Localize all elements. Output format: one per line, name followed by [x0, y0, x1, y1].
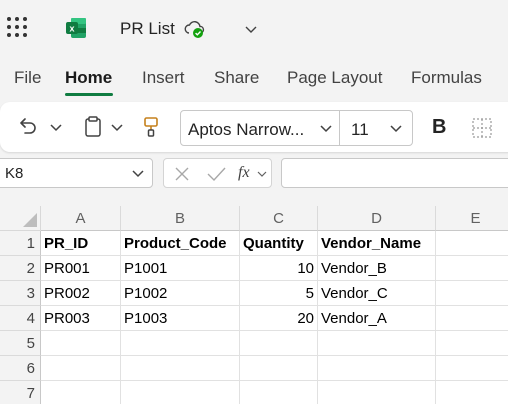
tab-page-layout[interactable]: Page Layout: [287, 68, 382, 88]
select-all-triangle-icon: [23, 213, 37, 227]
cell-b2[interactable]: P1001: [121, 256, 240, 281]
formula-bar: K8 fx: [0, 156, 508, 192]
undo-icon[interactable]: [16, 115, 40, 139]
fx-icon[interactable]: fx: [238, 164, 250, 182]
cell-c1[interactable]: Quantity: [240, 231, 318, 256]
name-box-value: K8: [5, 165, 24, 182]
cell-d5[interactable]: [318, 331, 436, 356]
ribbon-tabs: File Home Insert Share Page Layout Formu…: [0, 58, 508, 98]
cell-c2[interactable]: 10: [240, 256, 318, 281]
check-icon[interactable]: [205, 164, 227, 184]
excel-logo-icon[interactable]: x: [64, 16, 88, 40]
svg-text:x: x: [69, 24, 74, 34]
active-tab-indicator: [65, 93, 113, 96]
cell-a4[interactable]: PR003: [41, 306, 121, 331]
cell-a7[interactable]: [41, 381, 121, 404]
chevron-down-icon: [320, 125, 332, 133]
tab-file[interactable]: File: [14, 68, 41, 88]
cell-d4[interactable]: Vendor_A: [318, 306, 436, 331]
cell-e1[interactable]: [436, 231, 508, 256]
chevron-down-icon[interactable]: [256, 168, 268, 180]
clipboard-icon[interactable]: [82, 115, 104, 139]
select-all-corner[interactable]: [0, 206, 41, 231]
cell-a2[interactable]: PR001: [41, 256, 121, 281]
paste-dropdown-chevron-icon[interactable]: [108, 119, 126, 137]
app-launcher-icon[interactable]: [7, 17, 27, 37]
font-size-value: 11: [351, 120, 369, 139]
cell-b5[interactable]: [121, 331, 240, 356]
cell-b6[interactable]: [121, 356, 240, 381]
document-title[interactable]: PR List: [120, 19, 175, 39]
cell-d2[interactable]: Vendor_B: [318, 256, 436, 281]
title-bar: x PR List: [0, 0, 508, 58]
chevron-down-icon: [390, 125, 402, 133]
row-header-4[interactable]: 4: [0, 306, 41, 331]
cell-c6[interactable]: [240, 356, 318, 381]
cell-c4[interactable]: 20: [240, 306, 318, 331]
font-name-value: Aptos Narrow...: [188, 120, 305, 139]
tab-share[interactable]: Share: [214, 68, 259, 88]
format-painter-icon[interactable]: [140, 115, 162, 139]
cell-b3[interactable]: P1002: [121, 281, 240, 306]
cell-b1[interactable]: Product_Code: [121, 231, 240, 256]
name-box[interactable]: K8: [0, 158, 153, 188]
row-header-6[interactable]: 6: [0, 356, 41, 381]
chevron-down-icon[interactable]: [129, 165, 147, 183]
row-header-7[interactable]: 7: [0, 381, 41, 404]
cell-e3[interactable]: [436, 281, 508, 306]
row-header-2[interactable]: 2: [0, 256, 41, 281]
formula-input[interactable]: [281, 158, 508, 188]
cell-d7[interactable]: [318, 381, 436, 404]
cell-a1[interactable]: PR_ID: [41, 231, 121, 256]
cell-a3[interactable]: PR002: [41, 281, 121, 306]
cell-d3[interactable]: Vendor_C: [318, 281, 436, 306]
row-header-1[interactable]: 1: [0, 231, 41, 256]
row-header-3[interactable]: 3: [0, 281, 41, 306]
column-header-b[interactable]: B: [121, 206, 240, 231]
cell-a5[interactable]: [41, 331, 121, 356]
excel-window: x PR List File Home Insert Share Page La…: [0, 0, 508, 404]
bold-button[interactable]: B: [432, 116, 446, 139]
formula-actions: fx: [163, 158, 272, 188]
chevron-down-icon[interactable]: [242, 20, 260, 38]
column-header-e[interactable]: E: [436, 206, 508, 231]
row-header-5[interactable]: 5: [0, 331, 41, 356]
close-icon[interactable]: [172, 164, 192, 184]
tab-home[interactable]: Home: [65, 68, 112, 88]
cell-d1[interactable]: Vendor_Name: [318, 231, 436, 256]
cloud-saved-icon[interactable]: [183, 18, 207, 40]
column-header-d[interactable]: D: [318, 206, 436, 231]
column-header-a[interactable]: A: [41, 206, 121, 231]
cell-b7[interactable]: [121, 381, 240, 404]
cell-b4[interactable]: P1003: [121, 306, 240, 331]
cell-c3[interactable]: 5: [240, 281, 318, 306]
tab-insert[interactable]: Insert: [142, 68, 185, 88]
cell-a6[interactable]: [41, 356, 121, 381]
font-name-select[interactable]: Aptos Narrow...: [180, 110, 340, 146]
cell-c7[interactable]: [240, 381, 318, 404]
tab-formulas[interactable]: Formulas: [411, 68, 482, 88]
cell-e7[interactable]: [436, 381, 508, 404]
column-header-c[interactable]: C: [240, 206, 318, 231]
undo-dropdown-chevron-icon[interactable]: [47, 119, 65, 137]
font-size-select[interactable]: 11: [339, 110, 413, 146]
cell-e4[interactable]: [436, 306, 508, 331]
cell-d6[interactable]: [318, 356, 436, 381]
spreadsheet-grid: A B C D E 1 PR_ID Product_Code Quantity Vendor_Na…: [0, 206, 508, 404]
cell-e5[interactable]: [436, 331, 508, 356]
cell-c5[interactable]: [240, 331, 318, 356]
cell-e2[interactable]: [436, 256, 508, 281]
cell-e6[interactable]: [436, 356, 508, 381]
ribbon-toolbar: Aptos Narrow... 11 B: [0, 102, 508, 152]
borders-icon[interactable]: [470, 116, 494, 140]
